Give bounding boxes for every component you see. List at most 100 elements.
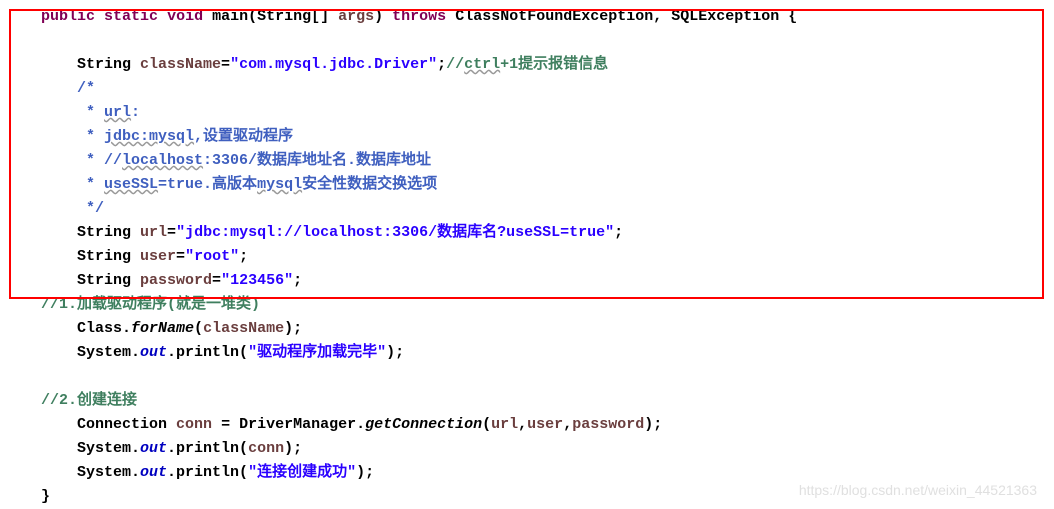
indent (5, 488, 41, 505)
indent (5, 200, 86, 217)
var-user: user (527, 416, 563, 433)
type-string: String (77, 248, 140, 265)
exceptions: ClassNotFoundException, SQLException { (446, 8, 797, 25)
close-paren: ) (374, 8, 392, 25)
paren-semi: ); (386, 344, 404, 361)
type-string: String (77, 224, 140, 241)
indent (5, 104, 86, 121)
connection-text: Connection (77, 416, 176, 433)
system-text: System. (77, 344, 140, 361)
var-classname: className (203, 320, 284, 337)
comment-prefix: // (446, 56, 464, 73)
keyword-static: static (104, 8, 158, 25)
paren-semi: ); (644, 416, 662, 433)
out-field: out (140, 464, 167, 481)
comment-text: 安全性数据交换选项 (302, 176, 437, 193)
comment-line: //1.加载驱动程序(就是一堆类) (41, 296, 260, 313)
equals: = (212, 272, 221, 289)
method-forname: forName (131, 320, 194, 337)
paren-semi: ); (284, 320, 302, 337)
keyword-void: void (167, 8, 203, 25)
class-text: Class. (77, 320, 131, 337)
var-password: password (572, 416, 644, 433)
close-brace: } (41, 488, 50, 505)
comment-ctrl: ctrl (464, 56, 500, 73)
comment-star: * (86, 176, 104, 193)
indent (5, 296, 41, 313)
indent (5, 392, 41, 409)
comment-colon: : (131, 104, 140, 121)
string-literal: "root" (185, 248, 239, 265)
out-field: out (140, 440, 167, 457)
comment-mysql: mysql (257, 176, 302, 193)
var-conn: conn (248, 440, 284, 457)
string-literal: "123456" (221, 272, 293, 289)
indent (5, 440, 77, 457)
var-url: url (491, 416, 518, 433)
code-block: public static void main(String[] args) t… (5, 5, 1049, 509)
indent (5, 344, 77, 361)
indent (5, 224, 77, 241)
println: .println( (167, 440, 248, 457)
string-literal: "com.mysql.jdbc.Driver" (230, 56, 437, 73)
system-text: System. (77, 464, 140, 481)
method-getconnection: getConnection (365, 416, 482, 433)
paren-semi: ); (356, 464, 374, 481)
string-literal: "jdbc:mysql://localhost:3306/数据库名?useSSL… (176, 224, 614, 241)
var-user: user (140, 248, 176, 265)
comment-url: url (104, 104, 131, 121)
paren-semi: ); (284, 440, 302, 457)
comment-eq-true: =true.高版本 (158, 176, 257, 193)
comment-localhost: localhost (122, 152, 203, 169)
var-password: password (140, 272, 212, 289)
equals: = (176, 248, 185, 265)
equals-text: = DriverManager. (212, 416, 365, 433)
method-name: main(String[] (212, 8, 338, 25)
indent (5, 152, 86, 169)
keyword-public: public (41, 8, 95, 25)
keyword-throws: throws (392, 8, 446, 25)
equals: = (221, 56, 230, 73)
comment-star: * // (86, 152, 122, 169)
comment-suffix: +1提示报错信息 (500, 56, 608, 73)
comma: , (518, 416, 527, 433)
comment-star: * (86, 128, 104, 145)
comment-block-open: /* (77, 80, 95, 97)
var-classname: className (140, 56, 221, 73)
semicolon: ; (437, 56, 446, 73)
comment-star: * (86, 104, 104, 121)
comment-block-close: */ (86, 200, 104, 217)
string-literal: "连接创建成功" (248, 464, 356, 481)
param-args: args (338, 8, 374, 25)
comment-text: ,设置驱动程序 (194, 128, 293, 145)
type-string: String (77, 272, 140, 289)
indent (5, 464, 77, 481)
watermark-text: https://blog.csdn.net/weixin_44521363 (799, 479, 1037, 501)
comment-text: :3306/数据库地址名.数据库地址 (203, 152, 431, 169)
indent (5, 320, 77, 337)
string-literal: "驱动程序加载完毕" (248, 344, 386, 361)
comma: , (563, 416, 572, 433)
indent (5, 56, 77, 73)
comment-jdbc: jdbc:mysql (104, 128, 194, 145)
equals: = (167, 224, 176, 241)
indent (5, 128, 86, 145)
var-url: url (140, 224, 167, 241)
indent (5, 272, 77, 289)
paren: ( (194, 320, 203, 337)
code-container: public static void main(String[] args) t… (5, 5, 1049, 509)
semicolon: ; (293, 272, 302, 289)
println: .println( (167, 464, 248, 481)
semicolon: ; (614, 224, 623, 241)
indent (5, 80, 77, 97)
indent (5, 176, 86, 193)
comment-line: //2.创建连接 (41, 392, 137, 409)
comment-usessl: useSSL (104, 176, 158, 193)
indent (5, 416, 77, 433)
semicolon: ; (239, 248, 248, 265)
system-text: System. (77, 440, 140, 457)
println: .println( (167, 344, 248, 361)
indent (5, 248, 77, 265)
var-conn: conn (176, 416, 212, 433)
paren: ( (482, 416, 491, 433)
